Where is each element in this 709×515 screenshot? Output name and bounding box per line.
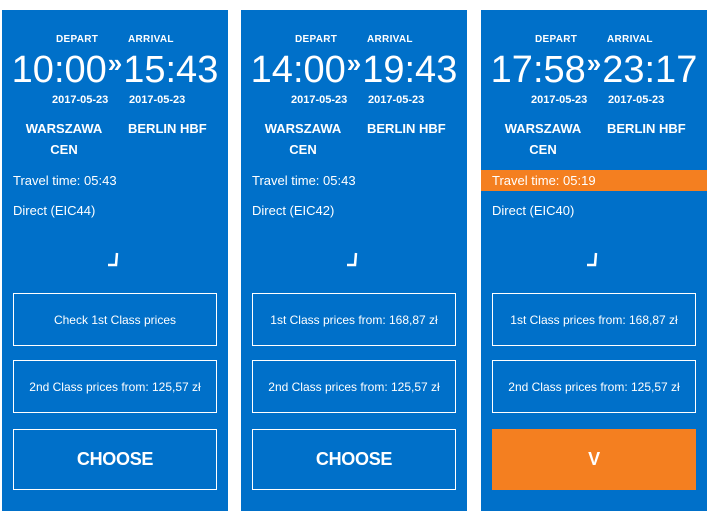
first-class-prices-button[interactable]: Check 1st Class prices — [13, 293, 217, 346]
connection-info: Direct (EIC40) — [492, 203, 575, 218]
times-row: 14:00»19:43 — [241, 46, 467, 97]
first-class-prices-button[interactable]: 1st Class prices from: 168,87 zł — [252, 293, 456, 346]
choose-button[interactable]: CHOOSE — [13, 429, 217, 490]
depart-time: 14:00 — [250, 49, 346, 91]
arrival-station: BERLIN HBF — [367, 121, 446, 136]
arrival-date: 2017-05-23 — [129, 94, 186, 106]
double-chevron-right-icon: » — [107, 48, 123, 78]
depart-date: 2017-05-23 — [52, 94, 109, 106]
arrival-date: 2017-05-23 — [608, 94, 665, 106]
connection-info: Direct (EIC42) — [252, 203, 335, 218]
depart-station: WARSZAWA CEN — [25, 121, 103, 157]
train-card: DEPART ARRIVAL 10:00»15:43 2017-05-23 20… — [2, 10, 228, 511]
corner-check-icon — [587, 252, 598, 267]
connection-info: Direct (EIC44) — [13, 203, 96, 218]
depart-station: WARSZAWA CEN — [504, 121, 582, 157]
arrival-time: 15:43 — [123, 49, 219, 91]
depart-date: 2017-05-23 — [291, 94, 348, 106]
arrival-time: 23:17 — [602, 49, 698, 91]
arrival-label: ARRIVAL — [128, 34, 174, 45]
double-chevron-right-icon: » — [586, 48, 602, 78]
arrival-label: ARRIVAL — [367, 34, 413, 45]
depart-label: DEPART — [56, 34, 99, 45]
arrival-date: 2017-05-23 — [368, 94, 425, 106]
depart-station: WARSZAWA CEN — [264, 121, 342, 157]
arrival-time: 19:43 — [362, 49, 458, 91]
corner-check-icon — [108, 252, 119, 267]
double-chevron-right-icon: » — [346, 48, 362, 78]
arrival-label: ARRIVAL — [607, 34, 653, 45]
train-card: DEPART ARRIVAL 14:00»19:43 2017-05-23 20… — [241, 10, 467, 511]
arrival-station: BERLIN HBF — [607, 121, 686, 136]
times-row: 17:58»23:17 — [481, 46, 707, 97]
travel-time: Travel time: 05:19 — [481, 170, 707, 191]
train-card: DEPART ARRIVAL 17:58»23:17 2017-05-23 20… — [481, 10, 707, 511]
choose-button[interactable]: V — [492, 429, 696, 490]
choose-button[interactable]: CHOOSE — [252, 429, 456, 490]
travel-time: Travel time: 05:43 — [13, 173, 117, 188]
travel-time: Travel time: 05:43 — [252, 173, 356, 188]
arrival-station: BERLIN HBF — [128, 121, 207, 136]
times-row: 10:00»15:43 — [2, 46, 228, 97]
first-class-prices-button[interactable]: 1st Class prices from: 168,87 zł — [492, 293, 696, 346]
depart-label: DEPART — [295, 34, 338, 45]
second-class-prices-button[interactable]: 2nd Class prices from: 125,57 zł — [252, 360, 456, 413]
corner-check-icon — [347, 252, 358, 267]
depart-time: 10:00 — [11, 49, 107, 91]
depart-label: DEPART — [535, 34, 578, 45]
depart-time: 17:58 — [490, 49, 586, 91]
second-class-prices-button[interactable]: 2nd Class prices from: 125,57 zł — [13, 360, 217, 413]
depart-date: 2017-05-23 — [531, 94, 588, 106]
second-class-prices-button[interactable]: 2nd Class prices from: 125,57 zł — [492, 360, 696, 413]
